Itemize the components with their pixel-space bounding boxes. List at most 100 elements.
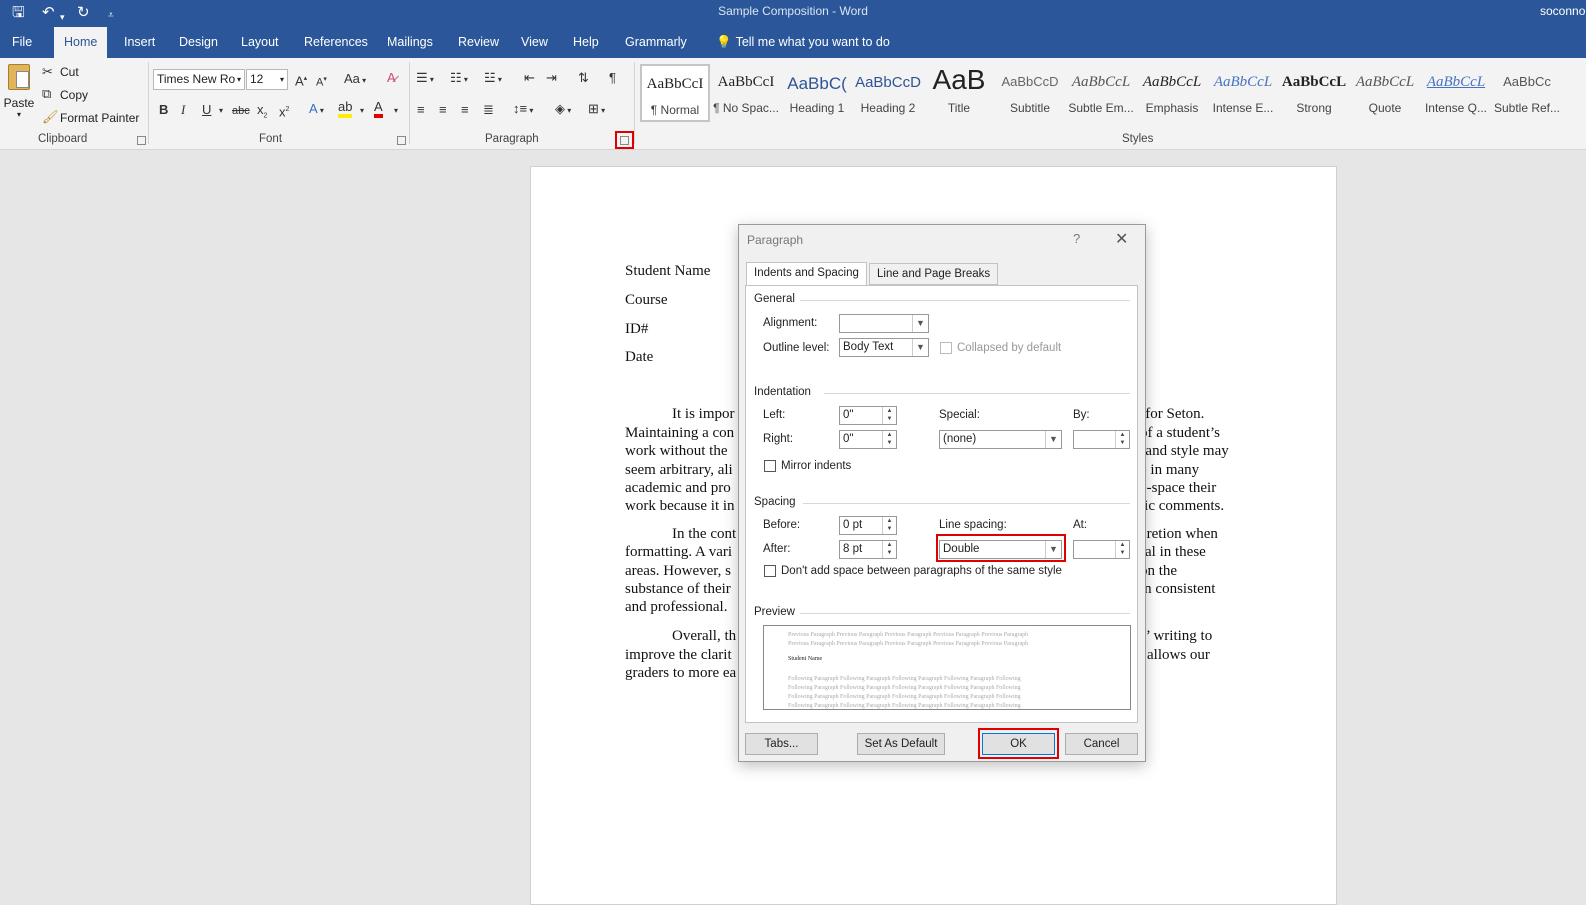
clipboard-launcher-icon[interactable] bbox=[137, 136, 146, 145]
align-left-icon[interactable]: ≡ bbox=[417, 102, 425, 118]
indent-right-input[interactable]: 0" ▲ ▼ bbox=[839, 430, 897, 449]
special-select[interactable]: (none) ▼ bbox=[939, 430, 1062, 449]
shrink-font-icon[interactable]: A▾ bbox=[316, 72, 327, 91]
spacing-before-input[interactable]: 0 pt ▲ ▼ bbox=[839, 516, 897, 535]
by-label: By: bbox=[1073, 409, 1090, 421]
tab-review[interactable]: Review bbox=[450, 27, 507, 58]
bullets-icon[interactable]: ☰ ▾ bbox=[416, 70, 434, 88]
font-size-select[interactable]: 12 ▾ bbox=[246, 69, 288, 90]
superscript-icon[interactable]: x2 bbox=[279, 102, 289, 120]
underline-icon[interactable]: U bbox=[202, 102, 211, 118]
font-color-icon[interactable]: A bbox=[374, 100, 383, 118]
font-launcher-icon[interactable] bbox=[397, 136, 406, 145]
tab-mailings[interactable]: Mailings bbox=[379, 27, 441, 58]
tab-insert[interactable]: Insert bbox=[116, 27, 163, 58]
spinner-icon[interactable]: ▲ ▼ bbox=[1115, 541, 1129, 558]
style-normal[interactable]: AaBbCcI ¶ Normal bbox=[640, 64, 710, 122]
style-title[interactable]: AaB Title bbox=[924, 64, 994, 122]
by-input[interactable]: ▲ ▼ bbox=[1073, 430, 1130, 449]
tab-grammarly[interactable]: Grammarly bbox=[617, 27, 695, 58]
collapsed-by-default-checkbox[interactable] bbox=[940, 342, 952, 354]
change-case-button[interactable]: Aa ▾ bbox=[344, 71, 366, 89]
tab-help[interactable]: Help bbox=[565, 27, 607, 58]
body-line: improve the clarit bbox=[625, 647, 732, 663]
format-painter-button[interactable]: Format Painter bbox=[60, 111, 139, 125]
italic-icon[interactable]: I bbox=[181, 102, 185, 118]
style-quote[interactable]: AaBbCcL Quote bbox=[1350, 64, 1420, 122]
tell-me-search[interactable]: 💡 Tell me what you want to do bbox=[716, 27, 890, 58]
tab-file[interactable]: File bbox=[4, 27, 40, 58]
set-as-default-button[interactable]: Set As Default bbox=[857, 733, 945, 755]
spinner-icon[interactable]: ▲ ▼ bbox=[1115, 431, 1129, 448]
line-spacing-icon[interactable]: ↕≡ ▾ bbox=[513, 101, 533, 119]
increase-indent-icon[interactable]: ⇥ bbox=[546, 70, 557, 86]
underline-dropdown-icon[interactable]: ▾ bbox=[219, 103, 223, 119]
style-subtle-reference[interactable]: AaBbCc Subtle Ref... bbox=[1492, 64, 1562, 122]
subscript-icon[interactable]: x2 bbox=[257, 102, 267, 125]
outline-level-select[interactable]: Body Text ▼ bbox=[839, 338, 929, 357]
strikethrough-icon[interactable]: abc bbox=[232, 103, 250, 119]
spinner-icon[interactable]: ▲ ▼ bbox=[882, 541, 896, 558]
clear-formatting-icon[interactable]: A̷ bbox=[387, 70, 396, 86]
help-button[interactable]: ? bbox=[1073, 231, 1080, 246]
mirror-indents-checkbox[interactable] bbox=[764, 460, 776, 472]
spinner-icon[interactable]: ▲ ▼ bbox=[882, 431, 896, 448]
style-heading-1[interactable]: AaBbC( Heading 1 bbox=[782, 64, 852, 122]
shading-icon[interactable]: ◈ ▾ bbox=[555, 101, 571, 119]
tab-line-and-page-breaks[interactable]: Line and Page Breaks bbox=[869, 263, 999, 285]
style-emphasis[interactable]: AaBbCcL Emphasis bbox=[1137, 64, 1207, 122]
mirror-indents-label: Mirror indents bbox=[781, 460, 852, 472]
font-size-value: 12 bbox=[250, 72, 264, 86]
align-right-icon[interactable]: ≡ bbox=[461, 102, 469, 118]
multilevel-list-icon[interactable]: ☳ ▾ bbox=[484, 70, 502, 88]
style-strong[interactable]: AaBbCcL Strong bbox=[1279, 64, 1349, 122]
spinner-icon[interactable]: ▲ ▼ bbox=[882, 517, 896, 534]
spacing-after-input[interactable]: 8 pt ▲ ▼ bbox=[839, 540, 897, 559]
font-color-dropdown-icon[interactable]: ▾ bbox=[394, 103, 398, 119]
borders-icon[interactable]: ⊞ ▾ bbox=[588, 101, 605, 119]
justify-icon[interactable]: ≣ bbox=[483, 102, 494, 118]
tab-indents-and-spacing[interactable]: Indents and Spacing bbox=[746, 262, 867, 286]
alignment-select[interactable]: ▼ bbox=[839, 314, 929, 333]
copy-button[interactable]: Copy bbox=[60, 88, 88, 102]
numbering-icon[interactable]: ☷ ▾ bbox=[450, 70, 468, 88]
style-name: Subtle Ref... bbox=[1493, 101, 1561, 115]
highlight-dropdown-icon[interactable]: ▾ bbox=[360, 103, 364, 119]
style-no-spacing[interactable]: AaBbCcI ¶ No Spac... bbox=[711, 64, 781, 122]
decrease-indent-icon[interactable]: ⇤ bbox=[524, 70, 535, 86]
body-line: areas. However, s bbox=[625, 563, 732, 579]
indent-left-input[interactable]: 0" ▲ ▼ bbox=[839, 406, 897, 425]
grow-font-icon[interactable]: A▴ bbox=[295, 71, 307, 89]
tabs-button[interactable]: Tabs... bbox=[745, 733, 818, 755]
font-family-select[interactable]: Times New Ro ▾ bbox=[153, 69, 245, 90]
style-intense-emphasis[interactable]: AaBbCcL Intense E... bbox=[1208, 64, 1278, 122]
cancel-button[interactable]: Cancel bbox=[1065, 733, 1138, 755]
tab-home[interactable]: Home bbox=[54, 27, 108, 58]
dont-add-space-checkbox[interactable] bbox=[764, 565, 776, 577]
style-sample: AaBbCcL bbox=[1281, 74, 1347, 90]
style-heading-2[interactable]: AaBbCcD Heading 2 bbox=[853, 64, 923, 122]
at-input[interactable]: ▲ ▼ bbox=[1073, 540, 1130, 559]
highlight-icon[interactable]: ab bbox=[338, 100, 353, 118]
style-intense-quote[interactable]: AaBbCcL Intense Q... bbox=[1421, 64, 1491, 122]
indent-left-label: Left: bbox=[763, 409, 786, 421]
show-formatting-marks-icon[interactable]: ¶ bbox=[609, 70, 616, 86]
align-center-icon[interactable]: ≡ bbox=[439, 102, 447, 118]
spinner-icon[interactable]: ▲ ▼ bbox=[882, 407, 896, 424]
tab-design[interactable]: Design bbox=[171, 27, 226, 58]
close-icon[interactable]: ✕ bbox=[1115, 229, 1128, 249]
text-effects-icon[interactable]: A ▾ bbox=[309, 101, 324, 119]
cut-button[interactable]: Cut bbox=[60, 65, 79, 79]
tab-references[interactable]: References bbox=[296, 27, 376, 58]
tab-view[interactable]: View bbox=[513, 27, 556, 58]
tab-layout[interactable]: Layout bbox=[233, 27, 287, 58]
style-subtle-emphasis[interactable]: AaBbCcL Subtle Em... bbox=[1066, 64, 1136, 122]
body-line: of a student’s bbox=[1140, 425, 1220, 441]
paste-button[interactable]: Paste ▾ bbox=[3, 64, 35, 126]
at-label: At: bbox=[1073, 519, 1088, 531]
sort-icon[interactable]: ⇅ bbox=[578, 70, 589, 86]
bold-icon[interactable]: B bbox=[159, 102, 168, 118]
user-name[interactable]: soconno bbox=[1540, 4, 1586, 18]
style-subtitle[interactable]: AaBbCcD Subtitle bbox=[995, 64, 1065, 122]
paragraph-dialog: Paragraph ? ✕ Indents and Spacing Line a… bbox=[738, 224, 1146, 762]
